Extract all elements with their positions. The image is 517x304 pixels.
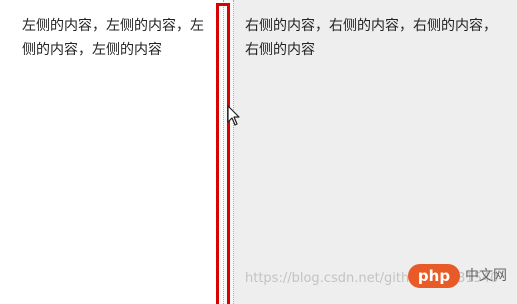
right-pane-text: 右侧的内容，右侧的内容，右侧的内容，右侧的内容: [245, 18, 497, 58]
mouse-pointer-icon: [227, 105, 240, 126]
right-pane: 右侧的内容，右侧的内容，右侧的内容，右侧的内容: [234, 0, 517, 304]
divider-highlight-box: [216, 3, 230, 304]
split-layout-demo: 左侧的内容，左侧的内容，左侧的内容，左侧的内容 右侧的内容，右侧的内容，右侧的内…: [0, 0, 517, 304]
left-pane-text: 左侧的内容，左侧的内容，左侧的内容，左侧的内容: [22, 18, 204, 58]
left-pane: 左侧的内容，左侧的内容，左侧的内容，左侧的内容: [8, 0, 223, 304]
